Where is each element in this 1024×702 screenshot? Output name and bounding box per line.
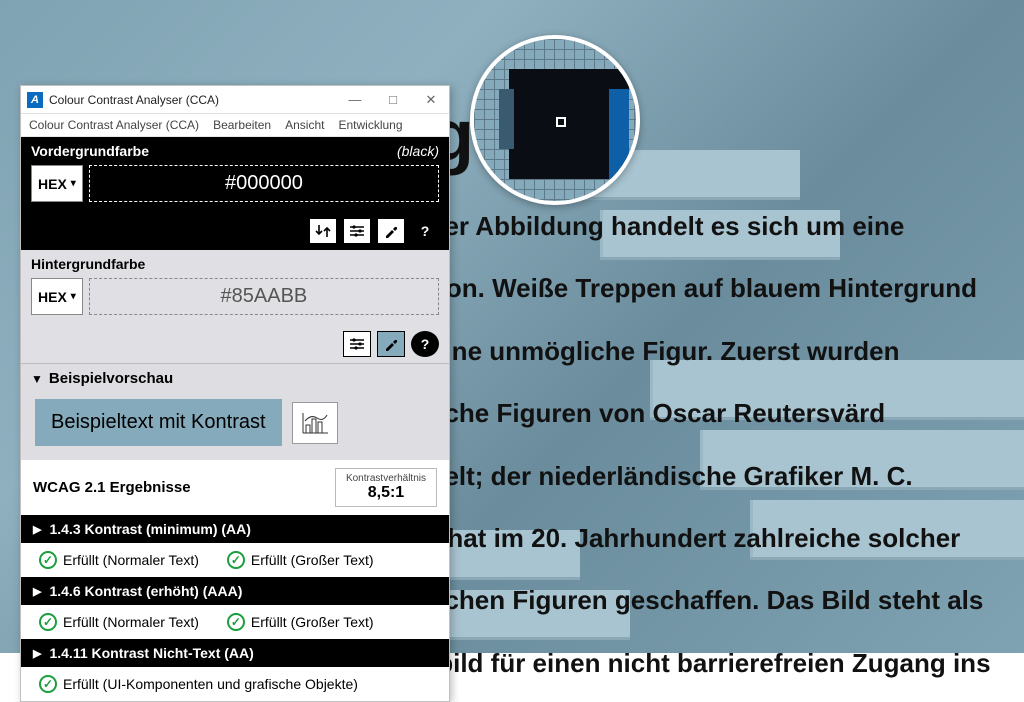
- foreground-color-input[interactable]: [89, 165, 439, 202]
- chevron-down-icon: ▾: [71, 291, 76, 302]
- bg-line: liche Figuren von Oscar Reutersvärd: [430, 382, 1004, 444]
- caret-down-icon: ▼: [31, 372, 43, 386]
- bg-line: kelt; der niederländische Grafiker M. C.: [430, 445, 1004, 507]
- foreground-color-name: (black): [397, 143, 439, 159]
- format-label: HEX: [38, 289, 67, 305]
- criterion-title: 1.4.11 Kontrast Nicht-Text (AA): [49, 645, 253, 661]
- triangle-right-icon: ▶: [33, 523, 41, 536]
- check-icon: ✓: [39, 613, 57, 631]
- magnifier-cursor: [556, 117, 566, 127]
- background-color-input[interactable]: [89, 278, 439, 315]
- menu-dev[interactable]: Entwicklung: [338, 118, 402, 132]
- swap-colors-button[interactable]: [309, 218, 337, 244]
- background-help-button[interactable]: ?: [411, 331, 439, 357]
- result-pass: ✓Erfüllt (Großer Text): [227, 551, 374, 569]
- criterion-1-4-11[interactable]: ▶ 1.4.11 Kontrast Nicht-Text (AA): [21, 639, 449, 667]
- background-label: Hintergrundfarbe: [31, 256, 145, 272]
- cca-window: A Colour Contrast Analyser (CCA) — □ ✕ C…: [20, 85, 450, 702]
- ratio-label: Kontrastverhältnis: [346, 473, 426, 484]
- minimize-button[interactable]: —: [343, 92, 367, 108]
- background-tools: ?: [21, 325, 449, 363]
- bg-line: lbild für einen nicht barrierefreien Zug…: [430, 632, 1004, 694]
- preview-toggle[interactable]: ▼ Beispielvorschau: [21, 364, 449, 393]
- maximize-button[interactable]: □: [381, 92, 405, 108]
- background-eyedropper-button[interactable]: [377, 331, 405, 357]
- preview-header-label: Beispielvorschau: [49, 370, 173, 387]
- close-button[interactable]: ✕: [419, 92, 443, 108]
- result-pass: ✓Erfüllt (Großer Text): [227, 613, 374, 631]
- menu-app[interactable]: Colour Contrast Analyser (CCA): [29, 118, 199, 132]
- bg-line: ser Abbildung handelt es sich um eine: [430, 195, 1004, 257]
- foreground-label: Vordergrundfarbe: [31, 143, 149, 159]
- check-icon: ✓: [39, 675, 57, 693]
- criterion-title: 1.4.6 Kontrast (erhöht) (AAA): [49, 583, 242, 599]
- preview-chart-button[interactable]: [292, 402, 338, 444]
- preview-text-sample: Beispieltext mit Kontrast: [35, 399, 282, 446]
- result-pass: ✓Erfüllt (Normaler Text): [39, 551, 199, 569]
- foreground-eyedropper-button[interactable]: [377, 218, 405, 244]
- bg-line: eine unmögliche Figur. Zuerst wurden: [430, 320, 1004, 382]
- background-format-select[interactable]: HEX ▾: [31, 278, 83, 315]
- criterion-1-4-6[interactable]: ▶ 1.4.6 Kontrast (erhöht) (AAA): [21, 577, 449, 605]
- ratio-value: 8,5:1: [346, 484, 426, 502]
- menu-edit[interactable]: Bearbeiten: [213, 118, 271, 132]
- bg-line: lichen Figuren geschaffen. Das Bild steh…: [430, 569, 1004, 631]
- format-label: HEX: [38, 176, 67, 192]
- bg-line: tion. Weiße Treppen auf blauem Hintergru…: [430, 257, 1004, 319]
- criterion-1-4-3[interactable]: ▶ 1.4.3 Kontrast (minimum) (AA): [21, 515, 449, 543]
- chevron-down-icon: ▾: [71, 178, 76, 189]
- foreground-tools: ?: [21, 212, 449, 250]
- foreground-sliders-button[interactable]: [343, 218, 371, 244]
- check-icon: ✓: [39, 551, 57, 569]
- app-icon: A: [27, 92, 43, 108]
- results-title: WCAG 2.1 Ergebnisse: [33, 479, 191, 496]
- check-icon: ✓: [227, 551, 245, 569]
- results-section: WCAG 2.1 Ergebnisse Kontrastverhältnis 8…: [21, 460, 449, 701]
- background-sliders-button[interactable]: [343, 331, 371, 357]
- contrast-ratio-box: Kontrastverhältnis 8,5:1: [335, 468, 437, 507]
- color-picker-magnifier: [470, 35, 640, 205]
- foreground-format-select[interactable]: HEX ▾: [31, 165, 83, 202]
- titlebar[interactable]: A Colour Contrast Analyser (CCA) — □ ✕: [21, 86, 449, 114]
- foreground-help-button[interactable]: ?: [411, 218, 439, 244]
- menu-view[interactable]: Ansicht: [285, 118, 324, 132]
- result-pass: ✓Erfüllt (Normaler Text): [39, 613, 199, 631]
- menubar: Colour Contrast Analyser (CCA) Bearbeite…: [21, 114, 449, 137]
- result-pass: ✓Erfüllt (UI-Komponenten und grafische O…: [39, 675, 358, 693]
- criterion-title: 1.4.3 Kontrast (minimum) (AA): [49, 521, 250, 537]
- check-icon: ✓: [227, 613, 245, 631]
- bg-line: r hat im 20. Jahrhundert zahlreiche solc…: [430, 507, 1004, 569]
- window-title: Colour Contrast Analyser (CCA): [49, 93, 343, 107]
- foreground-section: Vordergrundfarbe (black) HEX ▾: [21, 137, 449, 212]
- background-paragraph: ser Abbildung handelt es sich um eine ti…: [430, 195, 1004, 694]
- background-section: Hintergrundfarbe HEX ▾: [21, 250, 449, 325]
- preview-section: ▼ Beispielvorschau Beispieltext mit Kont…: [21, 363, 449, 460]
- triangle-right-icon: ▶: [33, 647, 41, 660]
- triangle-right-icon: ▶: [33, 585, 41, 598]
